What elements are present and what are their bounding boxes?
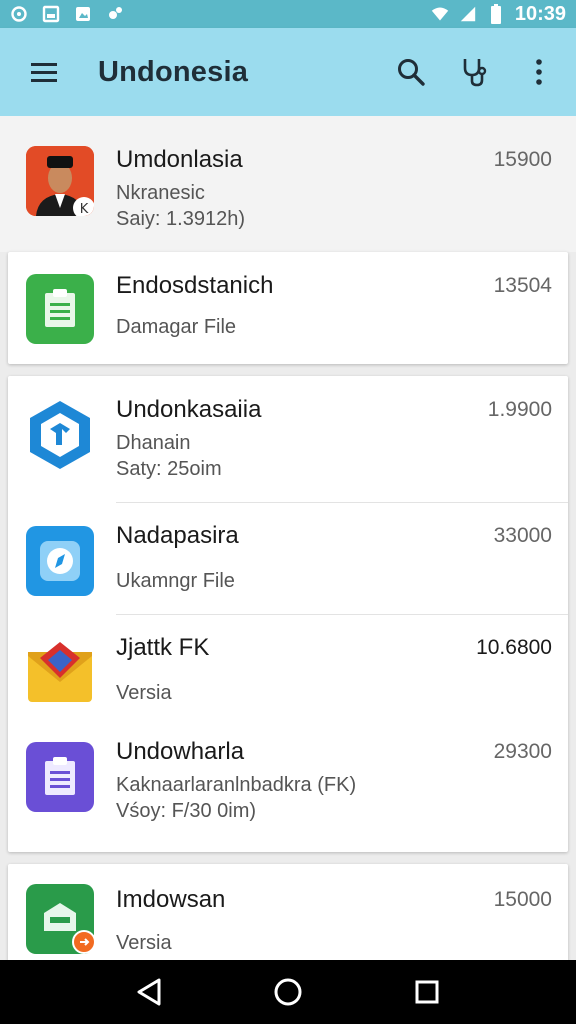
item-subtitle: Kaknaarlaranlnbadkra (FK) [116, 774, 357, 796]
list-item[interactable]: Undowharla Kaknaarlaranlnbadkra (FK) Vśo… [8, 726, 568, 852]
item-subtitle: Damagar File [116, 316, 237, 338]
home-icon[interactable] [266, 970, 310, 1014]
item-title: Imdowsan [116, 886, 226, 913]
clipboard-icon [26, 274, 94, 344]
item-detail: Saiy: 1.3912h) [116, 208, 245, 230]
app-bar: Undonesia [0, 28, 576, 116]
recents-icon[interactable] [405, 970, 449, 1014]
menu-icon[interactable] [24, 52, 64, 92]
item-count: 29300 [493, 740, 552, 763]
item-subtitle: Versia [116, 932, 172, 954]
item-title: Undowharla [116, 738, 245, 765]
item-subtitle: Dhanain [116, 432, 191, 454]
item-title: Undonkasaiia [116, 396, 262, 423]
compass-icon [26, 526, 94, 596]
list-item[interactable]: Nadapasira Ukamngr File 33000 [8, 502, 568, 614]
svg-text:K: K [80, 202, 89, 216]
more-vert-icon[interactable] [518, 51, 560, 93]
item-count: 10.6800 [476, 636, 552, 659]
list-item[interactable]: K Umdonlasia Nkranesic Saiy: 1.3912h) 15… [0, 116, 576, 252]
item-title: Jjattk FK [116, 634, 210, 661]
item-count: 15000 [493, 888, 552, 911]
status-bar: 10:39 [0, 0, 576, 28]
card-item[interactable]: Endosdstanich Damagar File 13504 [8, 252, 568, 364]
card-group: Undonkasaiia Dhanain Saty: 25oim 1.9900 … [8, 376, 568, 852]
item-subtitle: Nkranesic [116, 182, 205, 204]
item-count: 33000 [493, 524, 552, 547]
sync-icon [10, 5, 28, 23]
inbox-icon [26, 884, 96, 954]
item-title: Umdonlasia [116, 146, 243, 173]
hexagon-icon [26, 400, 94, 470]
item-subtitle: Versia [116, 682, 172, 704]
back-icon[interactable] [127, 970, 171, 1014]
item-detail: Saty: 25oim [116, 458, 222, 480]
sd-card-icon [42, 5, 60, 23]
signal-icon [459, 5, 477, 23]
badge-icon [72, 930, 96, 954]
item-title: Endosdstanich [116, 272, 274, 299]
search-icon[interactable] [390, 51, 432, 93]
wifi-icon [431, 5, 449, 23]
item-count: 15900 [493, 148, 552, 171]
envelope-icon [26, 638, 94, 708]
bug-icon [106, 5, 124, 23]
list-item[interactable]: Jjattk FK Versia 10.6800 [8, 614, 568, 726]
portrait-avatar: K [26, 146, 94, 216]
item-count: 1.9900 [487, 398, 552, 421]
item-count: 13504 [493, 274, 552, 297]
battery-icon [487, 4, 505, 24]
stethoscope-icon[interactable] [454, 51, 496, 93]
item-title: Nadapasira [116, 522, 239, 549]
item-subtitle: Ukamngr File [116, 570, 235, 592]
navigation-bar [0, 960, 576, 1024]
item-detail: Vśoy: F/30 0im) [116, 800, 257, 822]
list-item[interactable]: Undonkasaiia Dhanain Saty: 25oim 1.9900 [8, 376, 568, 502]
status-time: 10:39 [514, 2, 566, 25]
page-title: Undonesia [98, 55, 249, 88]
clipboard-icon [26, 742, 94, 812]
photo-icon [74, 5, 92, 23]
card-item[interactable]: Imdowsan Versia 15000 [8, 864, 568, 964]
